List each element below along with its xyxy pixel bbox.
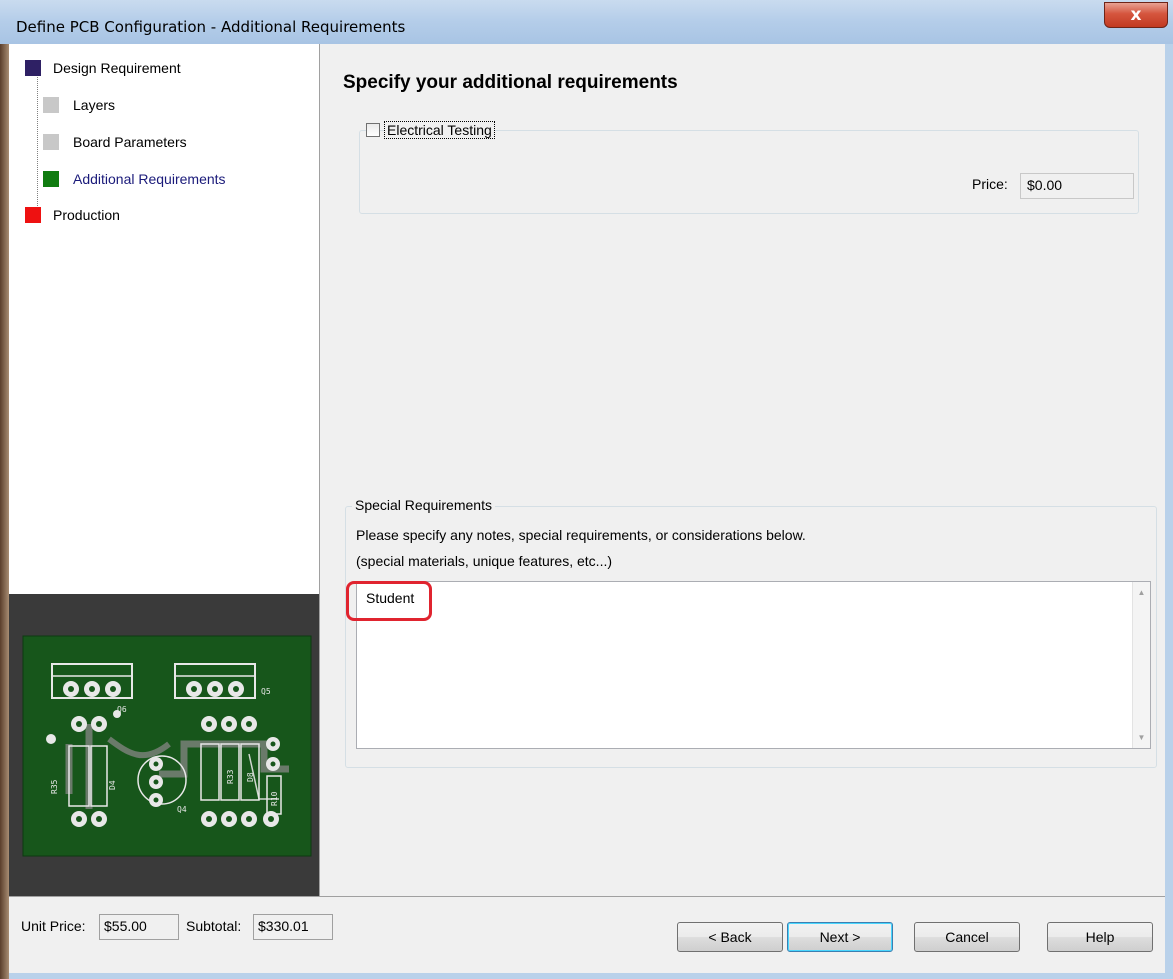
silkscreen-label: D4 [108, 780, 117, 790]
special-requirements-legend: Special Requirements [352, 497, 495, 513]
tree-connector-line [37, 72, 38, 212]
silkscreen-label: D8 [246, 772, 255, 782]
special-requirements-instructions: Please specify any notes, special requir… [356, 527, 806, 543]
wizard-step-tree: Design Requirement Layers Board Paramete… [9, 44, 320, 896]
step-status-icon [43, 97, 59, 113]
step-status-icon [43, 171, 59, 187]
tree-item-label: Board Parameters [73, 134, 187, 150]
silkscreen-label: Q4 [177, 805, 187, 814]
scroll-down-icon[interactable]: ▼ [1133, 733, 1150, 742]
pcb-preview-image: Q6 Q5 R35 D4 Q4 R33 D8 R10 [22, 635, 312, 857]
tree-item-board-parameters[interactable]: Board Parameters [43, 131, 187, 153]
silkscreen-label: Q5 [261, 687, 271, 696]
tree-item-production[interactable]: Production [25, 204, 120, 226]
annotation-highlight [346, 581, 432, 621]
tree-item-label: Layers [73, 97, 116, 113]
dialog-client-area: Design Requirement Layers Board Paramete… [9, 44, 1165, 973]
unit-price-label: Unit Price: [21, 918, 86, 934]
tree-item-label: Design Requirement [53, 60, 181, 76]
tree-item-label: Production [53, 207, 120, 223]
next-button[interactable]: Next > [787, 922, 893, 952]
tree-item-additional-requirements[interactable]: Additional Requirements [43, 168, 226, 190]
footer-separator [9, 896, 1165, 897]
pcb-preview: Q6 Q5 R35 D4 Q4 R33 D8 R10 [9, 594, 319, 896]
silkscreen-label: R35 [50, 779, 59, 794]
price-label: Price: [972, 176, 1008, 192]
dialog-window: Define PCB Configuration - Additional Re… [0, 0, 1173, 979]
subtotal-value: $330.01 [253, 914, 333, 940]
step-status-icon [43, 134, 59, 150]
electrical-testing-label[interactable]: Electrical Testing [384, 121, 495, 139]
close-button[interactable]: x [1104, 2, 1168, 28]
subtotal-label: Subtotal: [186, 918, 242, 934]
unit-price-value: $55.00 [99, 914, 179, 940]
tree-item-design-requirement[interactable]: Design Requirement [25, 57, 181, 79]
silkscreen-label: R10 [270, 791, 279, 806]
cancel-button[interactable]: Cancel [914, 922, 1020, 952]
step-status-icon [25, 207, 41, 223]
title-bar[interactable]: Define PCB Configuration - Additional Re… [0, 0, 1173, 44]
back-button[interactable]: < Back [677, 922, 783, 952]
page-heading: Specify your additional requirements [343, 72, 678, 93]
price-value: $0.00 [1020, 173, 1134, 199]
silkscreen-label: Q6 [117, 705, 127, 714]
special-requirements-textarea[interactable]: Student ▲ ▼ [356, 581, 1151, 749]
window-title: Define PCB Configuration - Additional Re… [16, 18, 406, 36]
window-frame-left [0, 44, 9, 979]
special-requirements-examples: (special materials, unique features, etc… [356, 553, 613, 569]
tree-item-label: Additional Requirements [73, 171, 226, 187]
special-requirements-group: Special Requirements Please specify any … [345, 497, 1157, 768]
window-frame-right [1165, 44, 1173, 979]
help-button[interactable]: Help [1047, 922, 1153, 952]
scroll-up-icon[interactable]: ▲ [1133, 588, 1150, 597]
silkscreen-label: R33 [226, 769, 235, 784]
electrical-testing-group: Electrical Testing Price: $0.00 [359, 121, 1139, 214]
step-status-icon [25, 60, 41, 76]
electrical-testing-checkbox[interactable] [366, 123, 380, 137]
close-icon: x [1130, 5, 1142, 25]
textarea-scrollbar[interactable]: ▲ ▼ [1132, 582, 1150, 748]
tree-item-layers[interactable]: Layers [43, 94, 115, 116]
